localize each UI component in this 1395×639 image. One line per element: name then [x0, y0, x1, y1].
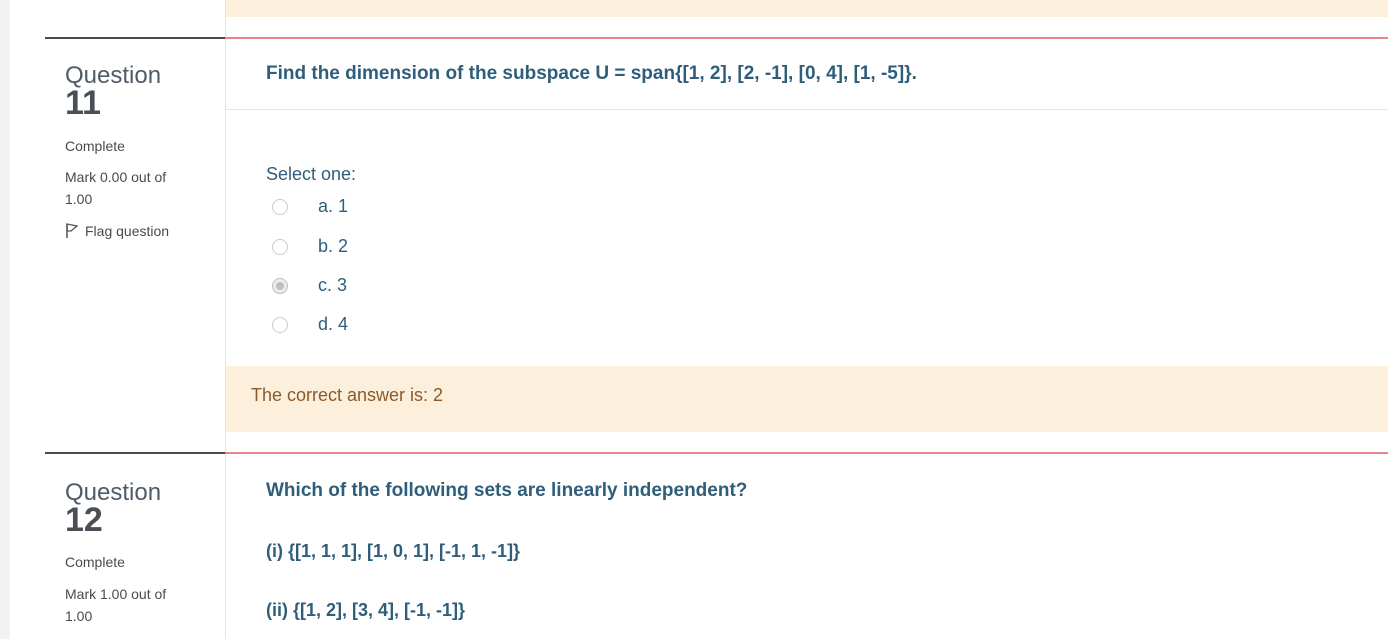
q12-state: Complete [65, 554, 125, 570]
q11-content-rule [225, 37, 1388, 39]
q11-question-text: Find the dimension of the subspace U = s… [266, 63, 917, 84]
select-one-prompt: Select one: [266, 164, 357, 184]
option-b-label: b. 2 [318, 236, 349, 256]
option-c[interactable]: c. 3 [272, 275, 347, 295]
q11-feedback-box: The correct answer is: 2 [226, 366, 1388, 432]
option-d[interactable]: d. 4 [272, 314, 348, 334]
q11-separator [226, 109, 1388, 110]
q12-set-ii: (ii) {[1, 2], [3, 4], [-1, -1]} [266, 600, 466, 620]
radio-button[interactable] [272, 199, 288, 215]
q12-mark: Mark 1.00 out of 1.00 [65, 586, 167, 624]
option-a[interactable]: a. 1 [272, 196, 348, 216]
option-a-label: a. 1 [318, 196, 349, 216]
option-b[interactable]: b. 2 [272, 236, 348, 256]
quiz-page: Question 11 Complete Mark 0.00 out of 1.… [10, 0, 1395, 639]
q12-set-i: (i) {[1, 1, 1], [1, 0, 1], [-1, 1, -1]} [266, 541, 521, 561]
radio-button[interactable] [272, 317, 288, 333]
flag-icon [66, 223, 79, 238]
flag-question-link[interactable]: Flag question [65, 223, 169, 239]
q12-number: 12 [65, 501, 103, 539]
q11-state: Complete [65, 138, 125, 154]
q12-content-rule [225, 452, 1388, 454]
option-c-label: c. 3 [318, 275, 348, 295]
content-divider [225, 0, 226, 639]
q11-mark: Mark 0.00 out of 1.00 [65, 169, 167, 207]
q12-question-text: Which of the following sets are linearly… [266, 480, 748, 501]
radio-button-selected[interactable] [272, 278, 288, 294]
q11-info-rule [45, 37, 225, 39]
q12-info-rule [45, 452, 225, 454]
q11-number: 11 [65, 84, 101, 122]
previous-feedback-box [225, 0, 1388, 17]
option-d-label: d. 4 [318, 314, 349, 334]
correct-answer-text: The correct answer is: 2 [251, 385, 444, 405]
flag-question-label: Flag question [85, 223, 170, 239]
radio-button[interactable] [272, 239, 288, 255]
